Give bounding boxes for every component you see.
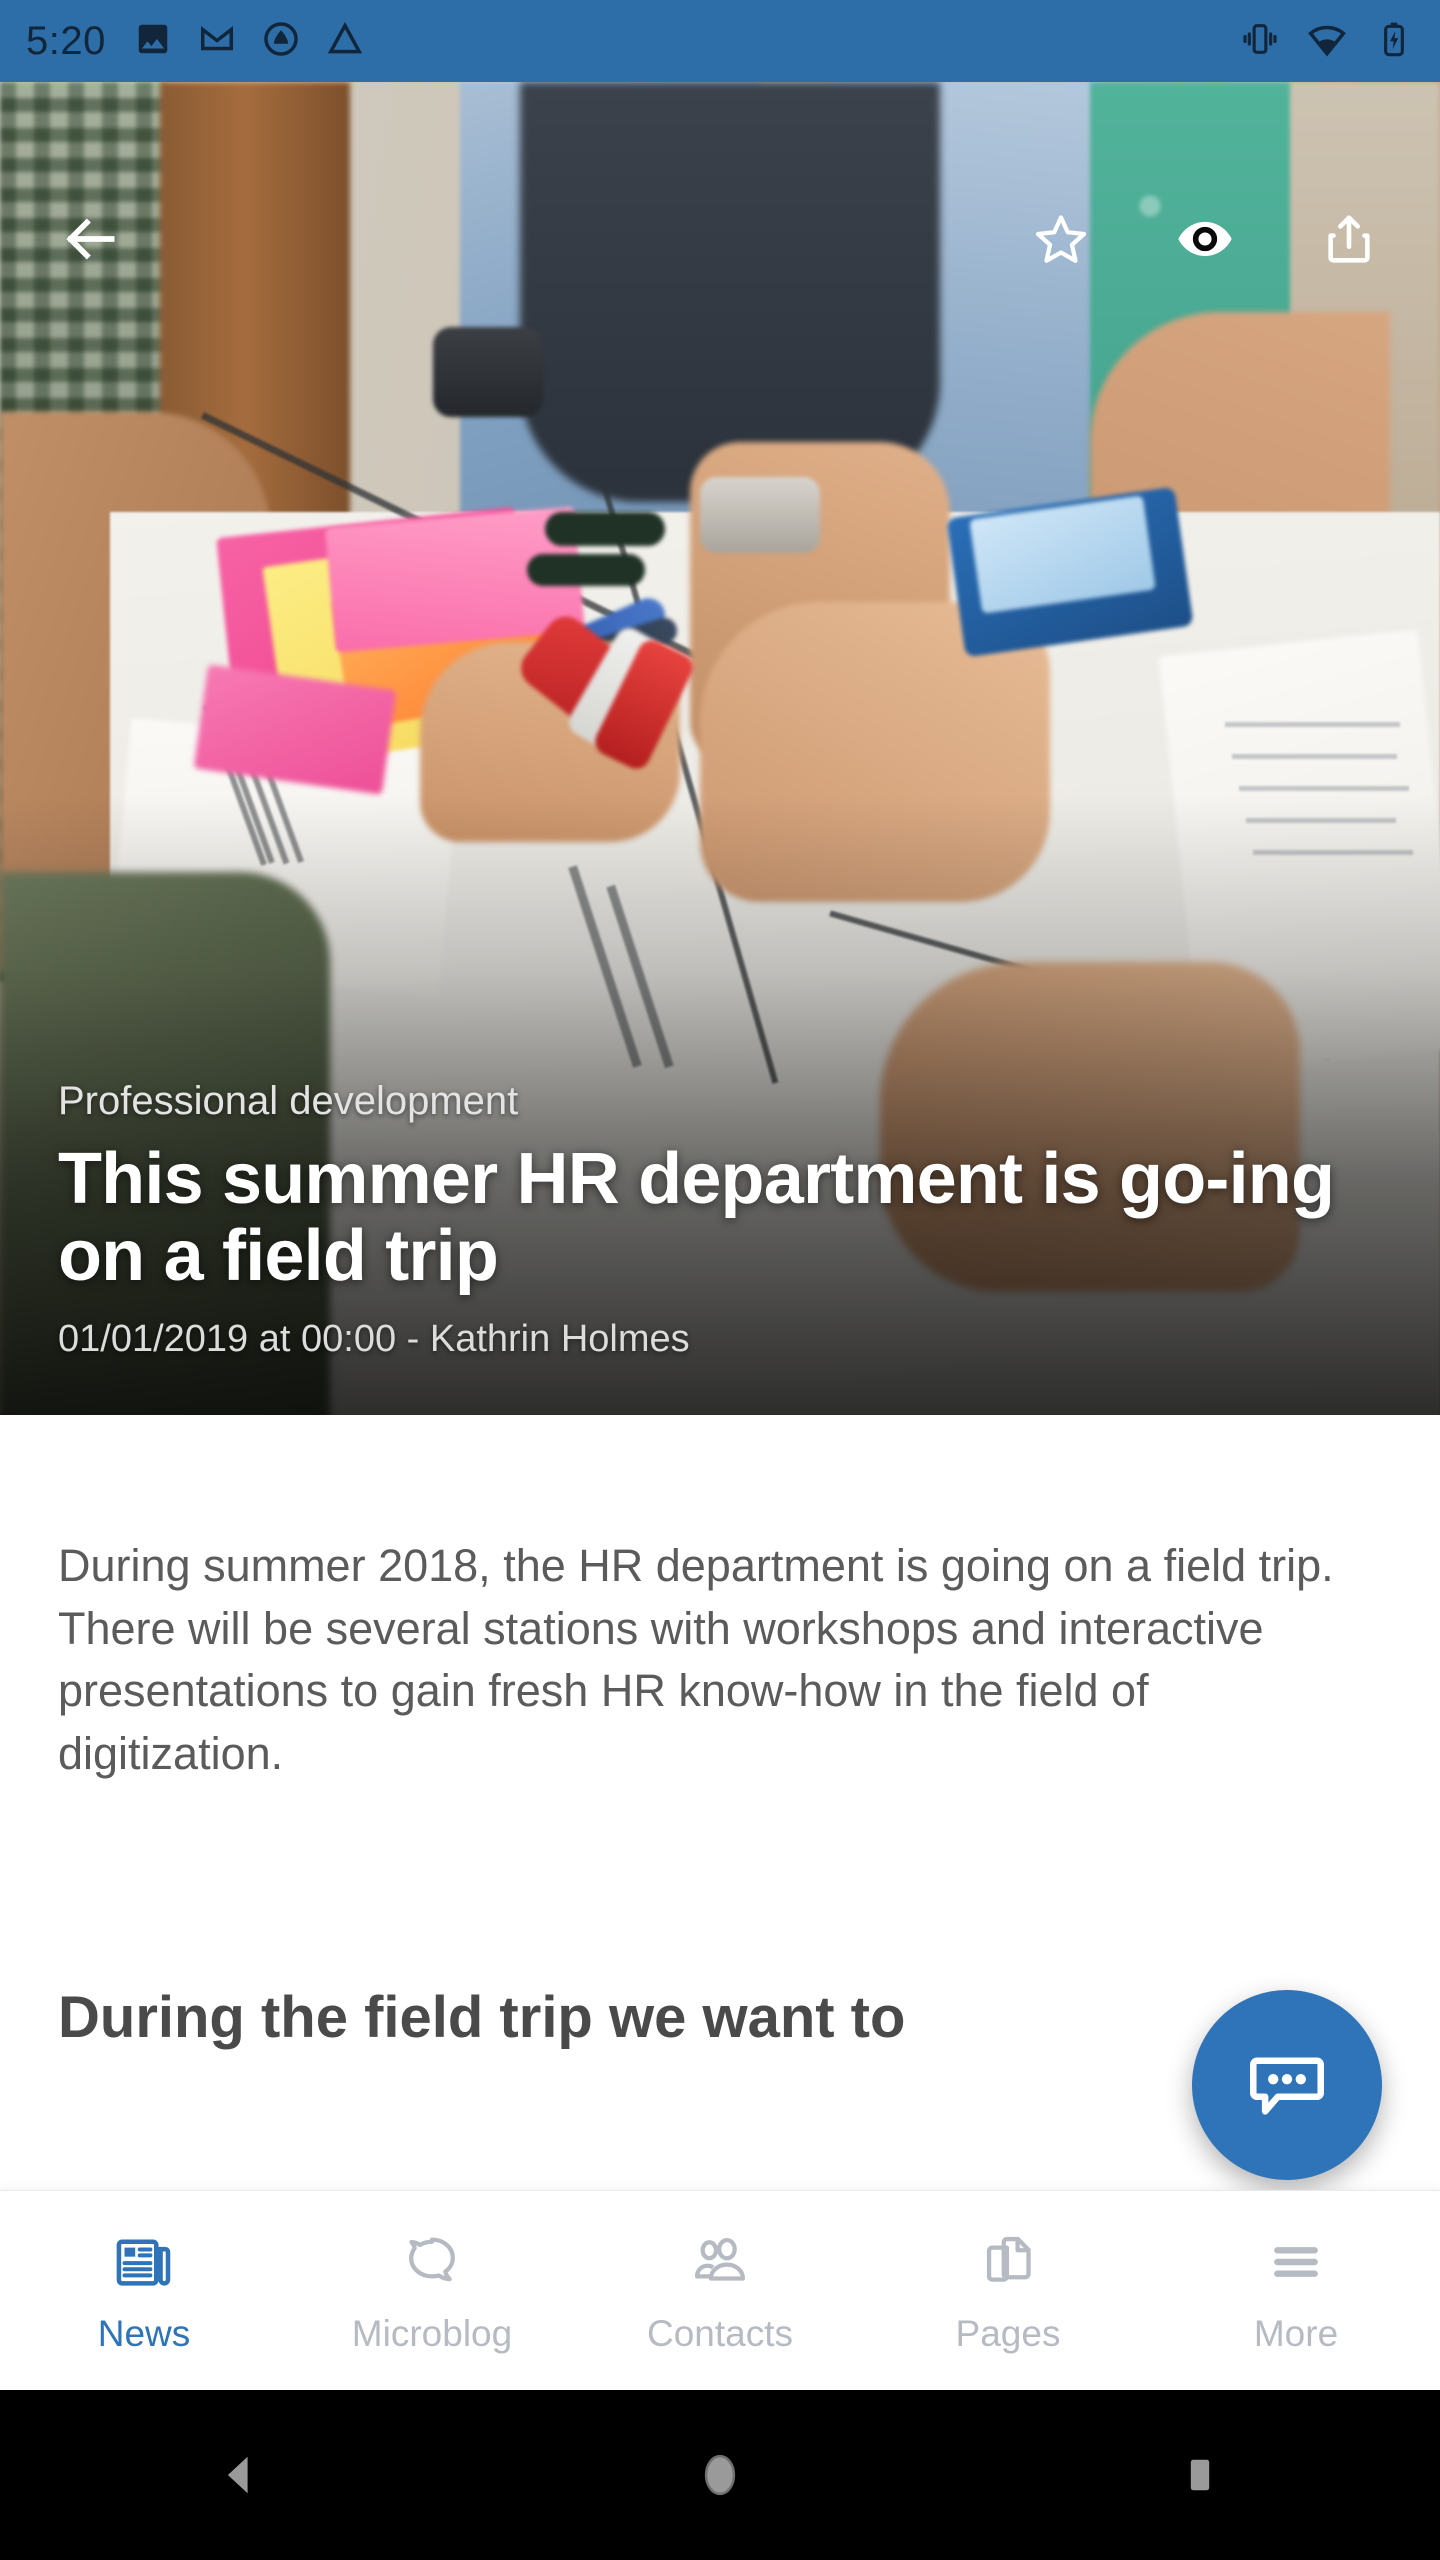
status-bar: 5:20 <box>0 0 1440 82</box>
nav-tab-more[interactable]: More <box>1152 2191 1440 2390</box>
article-hero: Professional development This summer HR … <box>0 82 1440 1415</box>
status-bar-clock: 5:20 <box>26 19 106 63</box>
documents-icon <box>976 2230 1040 2299</box>
app-bar-actions <box>1018 196 1392 282</box>
favorite-star-icon[interactable] <box>1018 196 1104 282</box>
nav-tab-microblog[interactable]: Microblog <box>288 2191 576 2390</box>
photos-icon <box>134 20 172 63</box>
article-byline: 01/01/2019 at 00:00 - Kathrin Holmes <box>58 1318 690 1361</box>
battery-charging-icon <box>1374 19 1414 64</box>
vibrate-icon <box>1240 19 1280 64</box>
nav-tab-contacts-label: Contacts <box>646 2312 793 2354</box>
nav-tab-more-label: More <box>1253 2312 1339 2354</box>
speech-bubble-icon <box>400 2230 464 2299</box>
phone-screen: 5:20 Professional development This summe… <box>0 0 1440 2560</box>
nav-tab-contacts[interactable]: Contacts <box>576 2191 864 2390</box>
drive-icon <box>326 20 364 63</box>
article-category: Professional development <box>58 1079 519 1124</box>
recents-square-icon[interactable] <box>960 2390 1440 2560</box>
nav-tab-pages[interactable]: Pages <box>864 2191 1152 2390</box>
nav-tab-microblog-label: Microblog <box>351 2312 513 2354</box>
hamburger-icon <box>1264 2230 1328 2299</box>
article-headline: This summer HR department is go-ing on a… <box>58 1139 1335 1297</box>
comment-bubble-icon <box>1241 2037 1333 2134</box>
article-subheading: During the field trip we want to <box>58 1985 906 2050</box>
nav-tab-news-label: News <box>97 2312 191 2354</box>
android-system-nav <box>0 2390 1440 2560</box>
home-circle-icon[interactable] <box>480 2390 960 2560</box>
back-triangle-icon[interactable] <box>0 2390 480 2560</box>
comment-fab-button[interactable] <box>1192 1990 1382 2180</box>
bottom-navigation-bar: News Microblog Contacts Pages More <box>0 2190 1440 2390</box>
compass-icon <box>262 20 300 63</box>
app-bar <box>0 164 1440 314</box>
wifi-icon <box>1306 18 1348 65</box>
nav-tab-news[interactable]: News <box>0 2191 288 2390</box>
nav-tab-pages-label: Pages <box>955 2312 1061 2354</box>
status-bar-system-icons <box>1240 18 1414 65</box>
newspaper-icon <box>112 2230 176 2299</box>
status-bar-notification-icons <box>134 20 364 63</box>
article-body-paragraph: During summer 2018, the HR department is… <box>58 1540 1334 1779</box>
people-icon <box>688 2230 752 2299</box>
view-eye-icon[interactable] <box>1162 196 1248 282</box>
share-icon[interactable] <box>1306 196 1392 282</box>
back-arrow-icon[interactable] <box>48 196 134 282</box>
hero-text-block: Professional development This summer HR … <box>0 1077 1440 1363</box>
gmail-icon <box>198 20 236 63</box>
